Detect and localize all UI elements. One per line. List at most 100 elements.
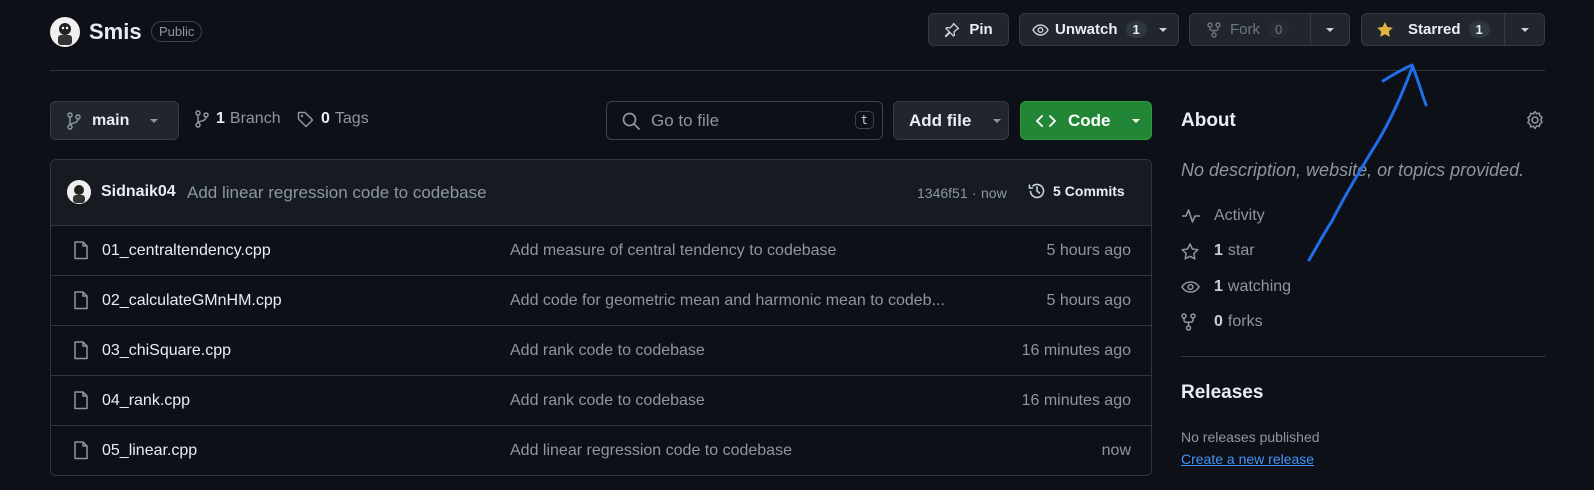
- commits-label: Commits: [1064, 183, 1125, 199]
- file-commit-time: now: [1101, 441, 1131, 459]
- file-icon: [73, 441, 89, 460]
- file-name[interactable]: 02_calculateGMnHM.cpp: [102, 292, 282, 310]
- branches-link[interactable]: 1 Branch: [195, 110, 281, 128]
- table-row[interactable]: 03_chiSquare.cpp Add rank code to codeba…: [51, 325, 1151, 375]
- goto-file-input[interactable]: Go to file t: [606, 101, 883, 140]
- tags-label: Tags: [334, 110, 369, 127]
- commit-author[interactable]: Sidnaik04: [101, 183, 176, 201]
- commit-time: now: [981, 185, 1007, 201]
- commit-separator: ·: [972, 185, 977, 201]
- chevron-down-icon: [1131, 118, 1141, 124]
- fork-icon: [1181, 313, 1196, 331]
- file-name[interactable]: 01_centraltendency.cpp: [102, 242, 271, 260]
- repo-avatar[interactable]: [50, 17, 80, 47]
- table-row[interactable]: 01_centraltendency.cpp Add measure of ce…: [51, 225, 1151, 275]
- repo-name[interactable]: Smis: [89, 19, 142, 45]
- no-releases-text: No releases published: [1181, 429, 1320, 445]
- file-commit-message[interactable]: Add code for geometric mean and harmonic…: [510, 292, 945, 310]
- star-icon: [1376, 21, 1394, 38]
- watching-link[interactable]: 1 watching: [1181, 278, 1291, 296]
- unwatch-label: Unwatch: [1055, 21, 1118, 38]
- annotation-arrow: [1307, 63, 1428, 262]
- create-release-link[interactable]: Create a new release: [1181, 451, 1314, 467]
- stars-link[interactable]: 1 star: [1181, 242, 1255, 260]
- goto-file-placeholder: Go to file: [651, 110, 720, 130]
- branch-name: main: [92, 111, 130, 129]
- file-icon: [73, 391, 89, 410]
- branch-icon: [195, 110, 209, 128]
- chevron-down-icon: [992, 118, 1002, 124]
- commit-message[interactable]: Add linear regression code to codebase: [187, 183, 487, 203]
- eye-icon: [1181, 279, 1200, 295]
- table-row[interactable]: 05_linear.cpp Add linear regression code…: [51, 425, 1151, 475]
- unwatch-button[interactable]: Unwatch 1: [1019, 13, 1179, 46]
- branches-label: Branch: [229, 110, 281, 127]
- star-outline-icon: [1181, 242, 1199, 260]
- add-file-label: Add file: [909, 110, 972, 130]
- branch-selector[interactable]: main: [50, 101, 179, 140]
- branch-icon: [67, 111, 81, 130]
- file-name[interactable]: 05_linear.cpp: [102, 442, 197, 460]
- commit-hash[interactable]: 1346f51: [917, 185, 968, 201]
- watch-count: 1: [1125, 21, 1147, 38]
- add-file-button[interactable]: Add file: [893, 101, 1009, 140]
- tag-icon: [297, 111, 314, 128]
- activity-link[interactable]: Activity: [1181, 207, 1265, 225]
- commits-count: 5: [1053, 183, 1061, 199]
- file-name[interactable]: 03_chiSquare.cpp: [102, 342, 231, 360]
- chevron-down-icon[interactable]: [1325, 27, 1335, 33]
- forks-link[interactable]: 0 forks: [1181, 313, 1263, 331]
- pin-button[interactable]: Pin: [928, 13, 1009, 46]
- chevron-down-icon[interactable]: [1158, 27, 1168, 33]
- pin-icon: [944, 22, 960, 38]
- eye-icon: [1032, 22, 1049, 38]
- file-commit-message[interactable]: Add measure of central tendency to codeb…: [510, 242, 836, 260]
- visibility-badge: Public: [151, 21, 203, 42]
- file-icon: [73, 341, 89, 360]
- file-commit-message[interactable]: Add rank code to codebase: [510, 392, 705, 410]
- search-icon: [622, 112, 640, 130]
- pulse-icon: [1181, 208, 1201, 224]
- code-label: Code: [1068, 110, 1111, 130]
- about-title: About: [1181, 110, 1236, 131]
- author-avatar[interactable]: [67, 180, 91, 204]
- releases-title[interactable]: Releases: [1181, 382, 1263, 404]
- star-count: 1: [1468, 21, 1490, 38]
- stars-count: 1: [1214, 242, 1223, 259]
- forks-count: 0: [1214, 313, 1223, 330]
- forks-label: forks: [1227, 313, 1263, 330]
- file-name[interactable]: 04_rank.cpp: [102, 392, 190, 410]
- sidebar-divider: [1181, 356, 1546, 357]
- file-commit-time: 5 hours ago: [1046, 241, 1131, 259]
- tags-count: 0: [321, 110, 330, 127]
- file-icon: [73, 241, 89, 260]
- table-row[interactable]: 02_calculateGMnHM.cpp Add code for geome…: [51, 275, 1151, 325]
- file-commit-time: 16 minutes ago: [1021, 391, 1131, 409]
- file-commit-message[interactable]: Add rank code to codebase: [510, 342, 705, 360]
- file-commit-time: 16 minutes ago: [1021, 341, 1131, 359]
- table-row[interactable]: 04_rank.cpp Add rank code to codebase 16…: [51, 375, 1151, 425]
- fork-label: Fork: [1230, 21, 1260, 38]
- code-button[interactable]: Code: [1020, 101, 1152, 140]
- tags-link[interactable]: 0 Tags: [297, 110, 369, 128]
- file-commit-time: 5 hours ago: [1046, 291, 1131, 309]
- chevron-down-icon[interactable]: [1520, 27, 1530, 33]
- stars-label: star: [1227, 242, 1255, 259]
- starred-button[interactable]: Starred 1: [1361, 13, 1545, 46]
- commits-link[interactable]: 5 Commits: [1028, 182, 1125, 200]
- watching-count: 1: [1214, 278, 1223, 295]
- branches-count: 1: [216, 110, 225, 127]
- fork-button[interactable]: Fork 0: [1189, 13, 1350, 46]
- code-icon: [1036, 114, 1056, 128]
- watching-label: watching: [1227, 278, 1292, 295]
- file-commit-message[interactable]: Add linear regression code to codebase: [510, 442, 792, 460]
- chevron-down-icon: [149, 118, 159, 124]
- fork-icon: [1207, 21, 1221, 38]
- gear-icon[interactable]: [1525, 110, 1545, 130]
- file-icon: [73, 291, 89, 310]
- shortcut-key: t: [854, 111, 874, 129]
- starred-label: Starred: [1408, 21, 1461, 38]
- pin-label: Pin: [969, 21, 993, 38]
- activity-label: Activity: [1214, 207, 1265, 224]
- fork-count: 0: [1268, 21, 1290, 38]
